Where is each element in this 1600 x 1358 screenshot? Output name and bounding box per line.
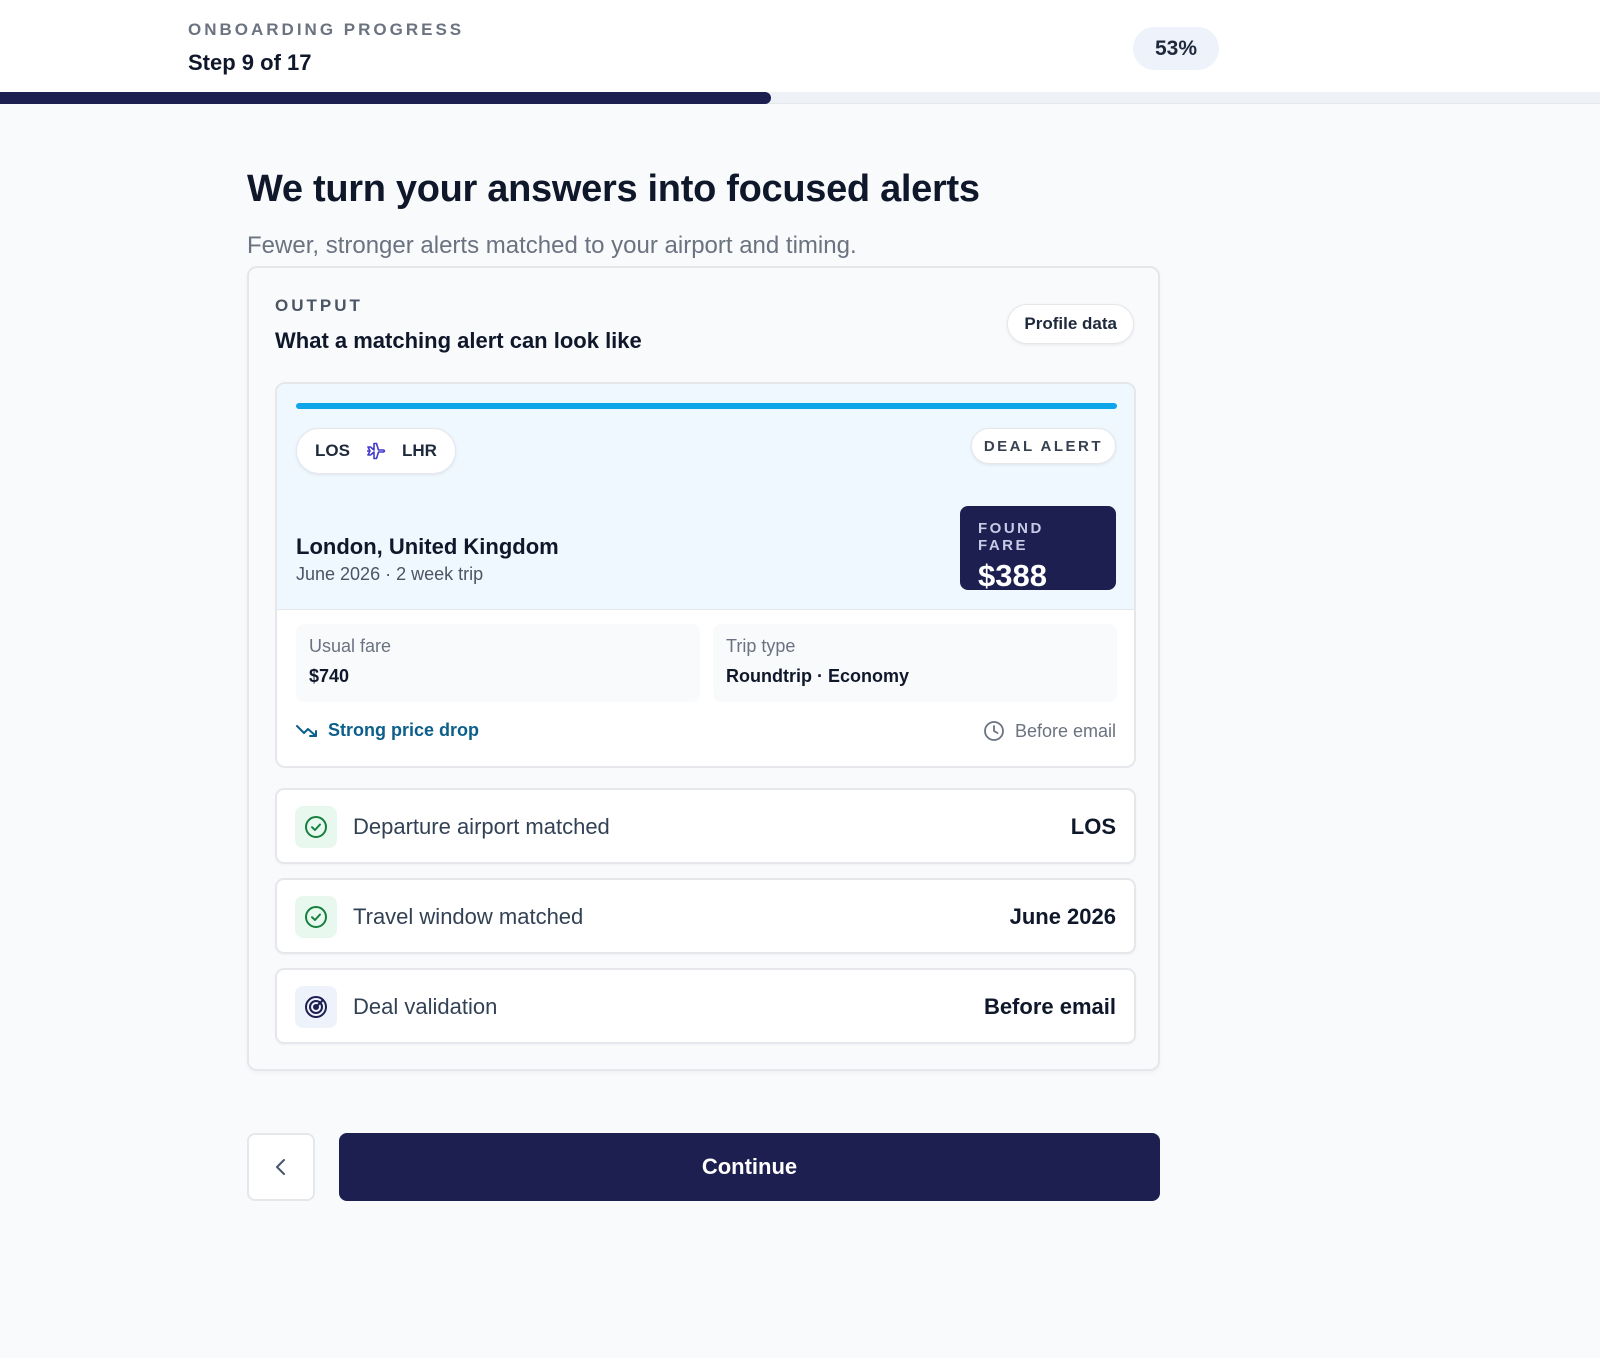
trip-type-label: Trip type [726, 636, 796, 656]
found-fare-value: $388 [978, 558, 1047, 593]
page-title: We turn your answers into focused alerts [247, 168, 980, 210]
trip-details: June 2026 · 2 week trip [296, 564, 484, 584]
match-row-departure: Departure airport matched LOS [275, 788, 1136, 864]
back-button[interactable] [247, 1133, 315, 1201]
deal-card-header: LOS LHR DEAL ALERT London, United Kingdo… [277, 384, 1134, 610]
usual-fare-label: Usual fare [309, 636, 392, 656]
match-label: Deal validation [353, 994, 498, 1019]
usual-fare-stat: Usual fare $740 [296, 624, 700, 702]
match-value: LOS [1070, 814, 1116, 839]
usual-fare-value: $740 [309, 666, 350, 686]
progress-bar [0, 92, 1600, 104]
match-label: Travel window matched [353, 904, 584, 929]
continue-button[interactable]: Continue [339, 1133, 1160, 1201]
alert-timing: Before email [983, 720, 1116, 742]
onboarding-header: ONBOARDING PROGRESS Step 9 of 17 53% [0, 0, 1600, 104]
check-circle-icon [295, 896, 337, 938]
destination-code: LHR [401, 441, 437, 460]
plane-icon [364, 439, 388, 463]
deal-alert-card: LOS LHR DEAL ALERT London, United Kingdo… [275, 382, 1136, 768]
origin-code: LOS [315, 441, 350, 460]
match-row-validation: Deal validation Before email [275, 968, 1136, 1044]
match-row-travel-window: Travel window matched June 2026 [275, 878, 1136, 954]
route-badge: LOS LHR [296, 428, 456, 474]
alert-timing-label: Before email [1014, 720, 1116, 741]
destination-name: London, United Kingdom [296, 534, 559, 559]
progress-label: ONBOARDING PROGRESS [188, 20, 465, 39]
price-signal: Strong price drop [296, 720, 479, 741]
trip-type-stat: Trip type Roundtrip · Economy [713, 624, 1117, 702]
match-label: Departure airport matched [353, 814, 610, 839]
profile-data-badge: Profile data [1007, 304, 1134, 344]
radar-icon [295, 986, 337, 1028]
trending-down-icon [296, 723, 318, 739]
chevron-left-icon [270, 1156, 292, 1178]
page-subtitle: Fewer, stronger alerts matched to your a… [247, 232, 857, 259]
match-value: Before email [983, 994, 1116, 1019]
deal-alert-badge: DEAL ALERT [970, 428, 1116, 464]
progress-percent-badge: 53% [1133, 27, 1219, 70]
progress-bar-fill [0, 92, 771, 104]
clock-icon [983, 720, 1005, 742]
price-signal-label: Strong price drop [328, 720, 480, 740]
deal-accent-bar [296, 403, 1117, 409]
step-counter: Step 9 of 17 [188, 50, 312, 75]
found-fare-label: FOUND FARE [978, 520, 1044, 554]
output-eyebrow: OUTPUT [275, 296, 363, 315]
match-value: June 2026 [1009, 904, 1116, 929]
trip-type-value: Roundtrip · Economy [726, 666, 909, 686]
output-title: What a matching alert can look like [275, 328, 642, 353]
found-fare-box: FOUND FARE $388 [960, 506, 1116, 593]
output-preview-card: OUTPUT What a matching alert can look li… [247, 266, 1160, 1071]
check-circle-icon [295, 806, 337, 848]
